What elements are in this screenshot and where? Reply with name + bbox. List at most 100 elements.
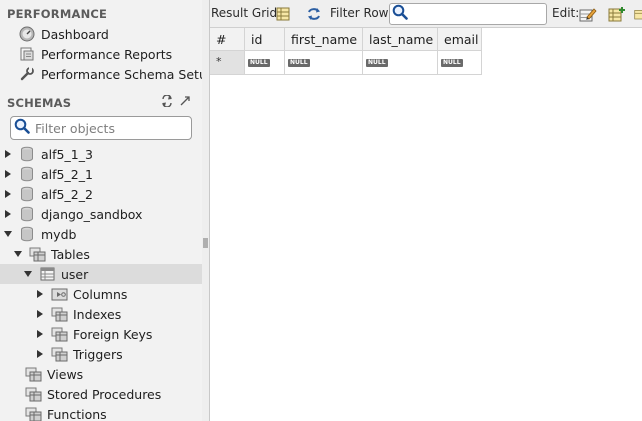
database-icon xyxy=(18,165,36,183)
tree-node-views[interactable]: Views xyxy=(0,364,202,384)
perf-item-reports[interactable]: Performance Reports xyxy=(18,44,172,64)
table-row[interactable]: * NULL NULL NULL NULL xyxy=(210,51,482,75)
schemas-heading: SCHEMAS xyxy=(7,96,72,110)
tables-folder-icon xyxy=(28,245,46,263)
expand-arrow-icon[interactable] xyxy=(34,288,46,300)
result-grid-label: Result Grid xyxy=(211,6,278,20)
database-icon xyxy=(18,145,36,163)
schema-label: alf5_2_1 xyxy=(41,166,93,182)
search-icon xyxy=(14,118,30,138)
expand-arrow-icon[interactable] xyxy=(2,148,14,160)
schema-label: mydb xyxy=(41,226,77,242)
tree-node-label: Triggers xyxy=(73,346,123,362)
edit-row-icon[interactable] xyxy=(579,5,597,23)
reports-icon xyxy=(18,45,36,63)
tree-node-triggers[interactable]: Triggers xyxy=(0,344,202,364)
table-icon xyxy=(38,265,56,283)
perf-item-label: Performance Reports xyxy=(41,46,173,62)
stored-procedures-folder-icon xyxy=(24,385,42,403)
splitter-grip[interactable] xyxy=(203,238,208,248)
refresh-icon[interactable] xyxy=(305,5,323,23)
tree-node-label: Views xyxy=(47,366,84,382)
expand-panel-icon[interactable] xyxy=(179,95,191,111)
schema-alf5-2-1[interactable]: alf5_2_1 xyxy=(0,164,202,184)
schema-label: alf5_1_3 xyxy=(41,146,93,162)
column-header-rownum[interactable]: # xyxy=(210,28,245,51)
schema-django-sandbox[interactable]: django_sandbox xyxy=(0,204,202,224)
cell-last-name[interactable]: NULL xyxy=(363,51,438,75)
perf-item-label: Performance Schema Setup xyxy=(41,66,202,82)
perf-item-label: Dashboard xyxy=(41,26,109,42)
dashboard-gauge-icon xyxy=(18,25,36,43)
refresh-schemas-icon[interactable] xyxy=(161,94,173,111)
null-badge: NULL xyxy=(366,58,388,67)
expand-arrow-icon[interactable] xyxy=(34,308,46,320)
database-icon xyxy=(18,225,36,243)
columns-folder-icon xyxy=(50,285,68,303)
null-badge: NULL xyxy=(288,58,310,67)
views-folder-icon xyxy=(24,365,42,383)
table-user[interactable]: user xyxy=(0,264,202,284)
column-header-last-name[interactable]: last_name xyxy=(363,28,438,51)
database-icon xyxy=(18,185,36,203)
collapse-arrow-icon[interactable] xyxy=(22,268,34,280)
tree-node-label: Functions xyxy=(47,406,107,421)
filter-objects-field[interactable] xyxy=(10,116,192,140)
edit-label: Edit: xyxy=(552,6,580,20)
expand-arrow-icon[interactable] xyxy=(34,328,46,340)
perf-item-schema-setup[interactable]: Performance Schema Setup xyxy=(18,64,202,84)
database-icon xyxy=(18,205,36,223)
tree-node-label: Foreign Keys xyxy=(73,326,153,342)
tree-node-functions[interactable]: Functions xyxy=(0,404,202,421)
result-grid-toolbar: Result Grid Filter Rows: Edit: xyxy=(210,0,642,28)
schema-mydb[interactable]: mydb xyxy=(0,224,202,244)
column-header-email[interactable]: email xyxy=(438,28,482,51)
collapse-arrow-icon[interactable] xyxy=(12,248,24,260)
filter-rows-field[interactable] xyxy=(389,3,547,25)
filter-objects-input[interactable] xyxy=(33,119,183,137)
tree-node-indexes[interactable]: Indexes xyxy=(0,304,202,324)
tree-node-label: Stored Procedures xyxy=(47,386,162,402)
functions-folder-icon xyxy=(24,405,42,421)
wrench-icon xyxy=(18,65,36,83)
expand-arrow-icon[interactable] xyxy=(2,188,14,200)
expand-arrow-icon[interactable] xyxy=(2,168,14,180)
schema-tools xyxy=(161,94,191,111)
performance-heading: PERFORMANCE xyxy=(7,7,108,21)
tree-node-label: Columns xyxy=(73,286,128,302)
foreign-keys-folder-icon xyxy=(50,325,68,343)
search-icon xyxy=(392,4,408,24)
panel-splitter[interactable] xyxy=(202,0,210,421)
indexes-folder-icon xyxy=(50,305,68,323)
cell-first-name[interactable]: NULL xyxy=(285,51,363,75)
tree-node-label: Indexes xyxy=(73,306,122,322)
insert-row-icon[interactable] xyxy=(608,5,626,23)
tree-node-label: Tables xyxy=(51,246,90,262)
expand-arrow-icon[interactable] xyxy=(34,348,46,360)
tree-node-foreign-keys[interactable]: Foreign Keys xyxy=(0,324,202,344)
schema-alf5-2-2[interactable]: alf5_2_2 xyxy=(0,184,202,204)
result-grid[interactable]: # id first_name last_name email * NULL N… xyxy=(210,28,642,421)
perf-item-dashboard[interactable]: Dashboard xyxy=(18,24,109,44)
collapse-arrow-icon[interactable] xyxy=(2,228,14,240)
null-badge: NULL xyxy=(248,58,270,67)
schema-label: alf5_2_2 xyxy=(41,186,93,202)
navigator-sidebar: PERFORMANCE Dashboard Performance Report… xyxy=(0,0,202,421)
delete-row-icon[interactable] xyxy=(634,5,642,23)
triggers-folder-icon xyxy=(50,345,68,363)
expand-arrow-icon[interactable] xyxy=(2,208,14,220)
tree-node-columns[interactable]: Columns xyxy=(0,284,202,304)
filter-rows-input[interactable] xyxy=(410,6,540,22)
cell-id[interactable]: NULL xyxy=(245,51,285,75)
schema-alf5-1-3[interactable]: alf5_1_3 xyxy=(0,144,202,164)
new-row-marker[interactable]: * xyxy=(210,51,245,75)
schema-label: django_sandbox xyxy=(41,206,143,222)
column-header-id[interactable]: id xyxy=(245,28,285,51)
grid-view-icon[interactable] xyxy=(274,5,292,23)
tree-node-stored-procedures[interactable]: Stored Procedures xyxy=(0,384,202,404)
cell-email[interactable]: NULL xyxy=(438,51,482,75)
tree-node-tables[interactable]: Tables xyxy=(0,244,202,264)
column-header-first-name[interactable]: first_name xyxy=(285,28,363,51)
null-badge: NULL xyxy=(441,58,463,67)
grid-header-row: # id first_name last_name email xyxy=(210,28,482,51)
